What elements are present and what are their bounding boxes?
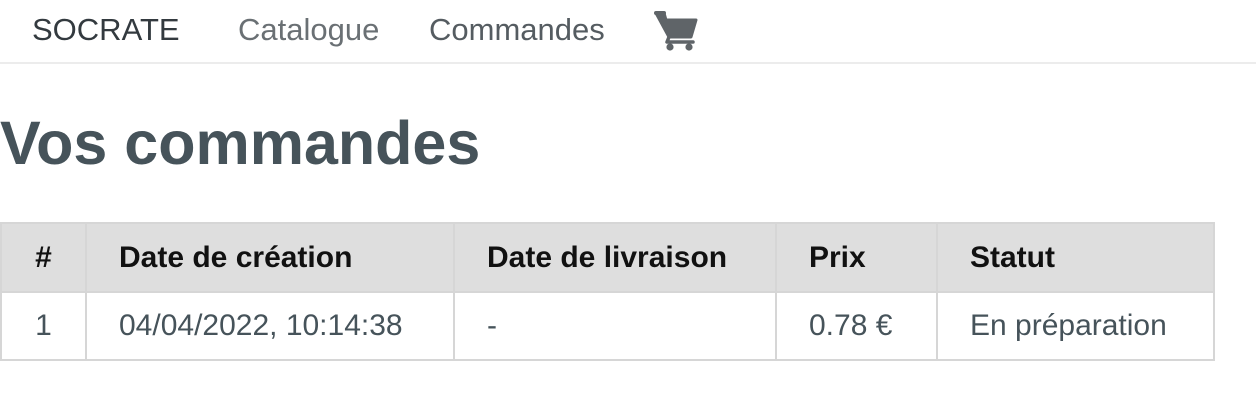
brand-link[interactable]: SOCRATE — [32, 10, 180, 50]
order-price: 0.78 € — [775, 291, 938, 361]
order-status: En préparation — [936, 291, 1215, 361]
page-title: Vos commandes — [0, 109, 481, 177]
column-header-delivery-date: Date de livraison — [453, 222, 777, 293]
column-header-status: Statut — [936, 222, 1215, 293]
table-row[interactable]: 1 04/04/2022, 10:14:38 - 0.78 € En prépa… — [0, 291, 1215, 361]
orders-table: # Date de création Date de livraison Pri… — [0, 222, 1215, 361]
table-header-row: # Date de création Date de livraison Pri… — [0, 222, 1215, 293]
column-header-number: # — [0, 222, 87, 293]
shopping-cart-icon[interactable] — [654, 9, 700, 51]
order-number: 1 — [0, 291, 87, 361]
column-header-price: Prix — [775, 222, 938, 293]
nav-link-commandes[interactable]: Commandes — [429, 10, 605, 50]
order-creation-date: 04/04/2022, 10:14:38 — [85, 291, 455, 361]
nav-link-catalogue[interactable]: Catalogue — [238, 10, 379, 50]
navbar: SOCRATE Catalogue Commandes — [0, 0, 1256, 64]
order-delivery-date: - — [453, 291, 777, 361]
column-header-creation-date: Date de création — [85, 222, 455, 293]
